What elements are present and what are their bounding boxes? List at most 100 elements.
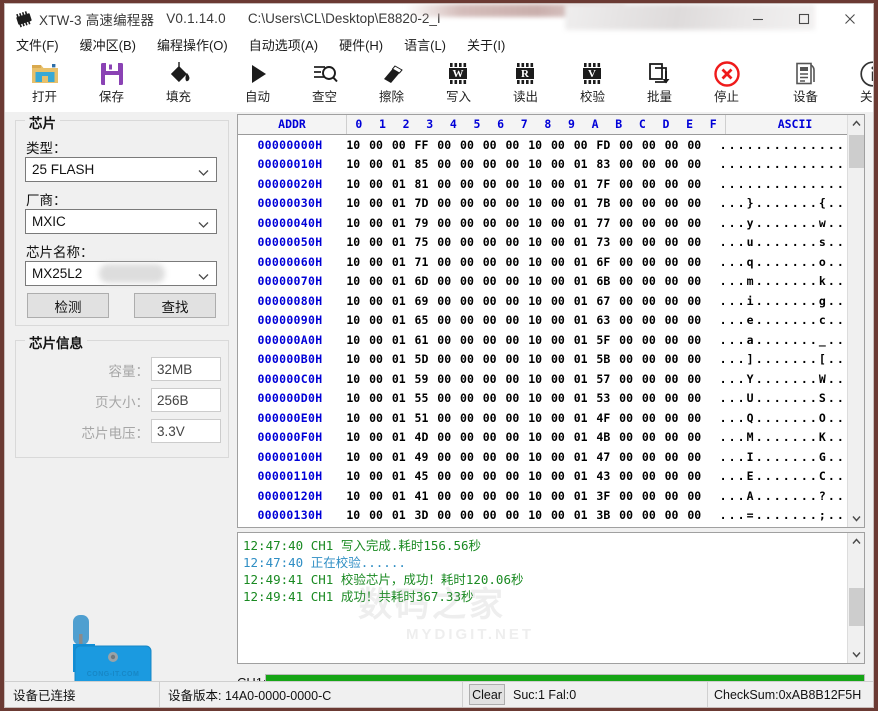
hex-byte[interactable]: 00 [683, 372, 706, 386]
hex-byte[interactable]: 00 [433, 469, 456, 483]
hex-byte[interactable]: 10 [342, 255, 365, 269]
hex-byte[interactable]: 01 [387, 196, 410, 210]
hex-byte[interactable]: 00 [683, 313, 706, 327]
hex-byte[interactable]: 01 [569, 411, 592, 425]
hex-byte[interactable]: 01 [387, 235, 410, 249]
hex-byte[interactable]: 00 [660, 294, 683, 308]
hex-byte[interactable]: 5B [592, 352, 615, 366]
hex-row[interactable]: 000000E0H 10 00 01 51 00 00 00 00 10 00 01 4F 00 00 00 0… [238, 408, 864, 428]
hex-byte[interactable]: 10 [524, 138, 547, 152]
hex-row[interactable]: 00000020H 10 00 01 81 00 00 00 00 10 00 01 7F 00 00 00 0… [238, 174, 864, 194]
hex-byte[interactable]: 00 [615, 235, 638, 249]
hex-byte[interactable]: 00 [433, 274, 456, 288]
hex-byte[interactable]: 00 [637, 255, 660, 269]
hex-byte[interactable]: 45 [410, 469, 433, 483]
hex-byte[interactable]: 10 [524, 313, 547, 327]
hex-byte[interactable]: 41 [410, 489, 433, 503]
hex-byte[interactable]: 00 [683, 333, 706, 347]
hex-byte[interactable]: 00 [478, 196, 501, 210]
hex-byte[interactable]: 00 [660, 313, 683, 327]
scroll-up-icon[interactable] [848, 115, 864, 132]
hex-byte[interactable]: 3F [592, 489, 615, 503]
hex-byte[interactable]: 4F [592, 411, 615, 425]
hex-byte[interactable]: 00 [456, 274, 479, 288]
hex-byte[interactable]: 00 [683, 352, 706, 366]
scroll-down-icon[interactable] [849, 646, 864, 663]
hex-byte[interactable]: 01 [569, 508, 592, 522]
hex-byte[interactable]: 00 [683, 430, 706, 444]
hex-byte[interactable]: 01 [387, 450, 410, 464]
hex-byte[interactable]: 10 [524, 235, 547, 249]
hex-byte[interactable]: 00 [456, 313, 479, 327]
hex-vertical-scrollbar[interactable] [847, 115, 864, 527]
menu-auto-options[interactable]: 自动选项(A) [247, 34, 320, 55]
hex-byte[interactable]: 00 [683, 411, 706, 425]
hex-byte[interactable]: 00 [501, 372, 524, 386]
hex-byte[interactable]: 5D [410, 352, 433, 366]
hex-byte[interactable]: 00 [478, 489, 501, 503]
hex-byte[interactable]: 00 [365, 450, 388, 464]
hex-byte[interactable]: 00 [478, 313, 501, 327]
chip-type-select[interactable]: 25 FLASH [25, 157, 217, 182]
hex-byte[interactable]: 10 [342, 274, 365, 288]
hex-byte[interactable]: 00 [433, 313, 456, 327]
hex-byte[interactable]: 00 [683, 489, 706, 503]
hex-byte[interactable]: 00 [456, 294, 479, 308]
hex-byte[interactable]: 10 [342, 138, 365, 152]
chip-name-select[interactable]: MX25L2 [25, 261, 217, 286]
hex-byte[interactable]: 00 [365, 235, 388, 249]
toolbar-stop-button[interactable]: 停止 [693, 55, 760, 109]
hex-byte[interactable]: 00 [683, 216, 706, 230]
menu-hardware[interactable]: 硬件(H) [337, 34, 385, 55]
hex-byte[interactable]: 65 [410, 313, 433, 327]
hex-byte[interactable]: 00 [660, 450, 683, 464]
hex-byte[interactable]: 00 [683, 177, 706, 191]
hex-byte[interactable]: 00 [365, 274, 388, 288]
chip-search-button[interactable]: 查找 [134, 293, 216, 318]
toolbar-verify-button[interactable]: V 校验 [559, 55, 626, 109]
hex-byte[interactable]: 00 [365, 313, 388, 327]
hex-byte[interactable]: 00 [615, 508, 638, 522]
hex-byte[interactable]: 00 [478, 450, 501, 464]
hex-byte[interactable]: 00 [615, 372, 638, 386]
hex-byte[interactable]: 00 [501, 255, 524, 269]
hex-byte[interactable]: 00 [637, 313, 660, 327]
hex-byte[interactable]: 00 [365, 489, 388, 503]
hex-byte[interactable]: 10 [524, 352, 547, 366]
hex-byte[interactable]: 00 [615, 294, 638, 308]
hex-byte[interactable]: 10 [342, 391, 365, 405]
hex-byte[interactable]: 49 [410, 450, 433, 464]
hex-byte[interactable]: 00 [660, 489, 683, 503]
hex-row[interactable]: 00000120H 10 00 01 41 00 00 00 00 10 00 01 3F 00 00 00 0… [238, 486, 864, 506]
hex-byte[interactable]: 00 [547, 469, 570, 483]
toolbar-about-button[interactable]: 关于 [839, 55, 873, 109]
hex-byte[interactable]: 85 [410, 157, 433, 171]
hex-byte[interactable]: 00 [478, 352, 501, 366]
hex-byte[interactable]: 00 [501, 157, 524, 171]
hex-byte[interactable]: 10 [342, 508, 365, 522]
hex-byte[interactable]: 00 [501, 138, 524, 152]
toolbar-device-button[interactable]: 设备 [772, 55, 839, 109]
hex-byte[interactable]: 01 [387, 352, 410, 366]
hex-row[interactable]: 00000040H 10 00 01 79 00 00 00 00 10 00 01 77 00 00 00 0… [238, 213, 864, 233]
hex-byte[interactable]: 01 [387, 411, 410, 425]
hex-byte[interactable]: 01 [569, 294, 592, 308]
hex-row[interactable]: 00000140H1000013900000000100001370000000… [238, 525, 864, 527]
hex-byte[interactable]: 00 [387, 138, 410, 152]
hex-byte[interactable]: 00 [365, 411, 388, 425]
hex-byte[interactable]: 00 [637, 352, 660, 366]
menu-file[interactable]: 文件(F) [14, 34, 61, 55]
hex-byte[interactable]: 00 [501, 333, 524, 347]
hex-byte[interactable]: 00 [365, 294, 388, 308]
hex-byte[interactable]: 00 [615, 450, 638, 464]
hex-byte[interactable]: 00 [615, 430, 638, 444]
hex-byte[interactable]: 00 [637, 235, 660, 249]
hex-byte[interactable]: 71 [410, 255, 433, 269]
hex-byte[interactable]: 61 [410, 333, 433, 347]
hex-byte[interactable]: 00 [501, 196, 524, 210]
hex-byte[interactable]: 67 [592, 294, 615, 308]
hex-byte[interactable]: 00 [547, 450, 570, 464]
hex-byte[interactable]: 00 [456, 489, 479, 503]
hex-byte[interactable]: 00 [547, 235, 570, 249]
hex-byte[interactable]: 01 [387, 430, 410, 444]
